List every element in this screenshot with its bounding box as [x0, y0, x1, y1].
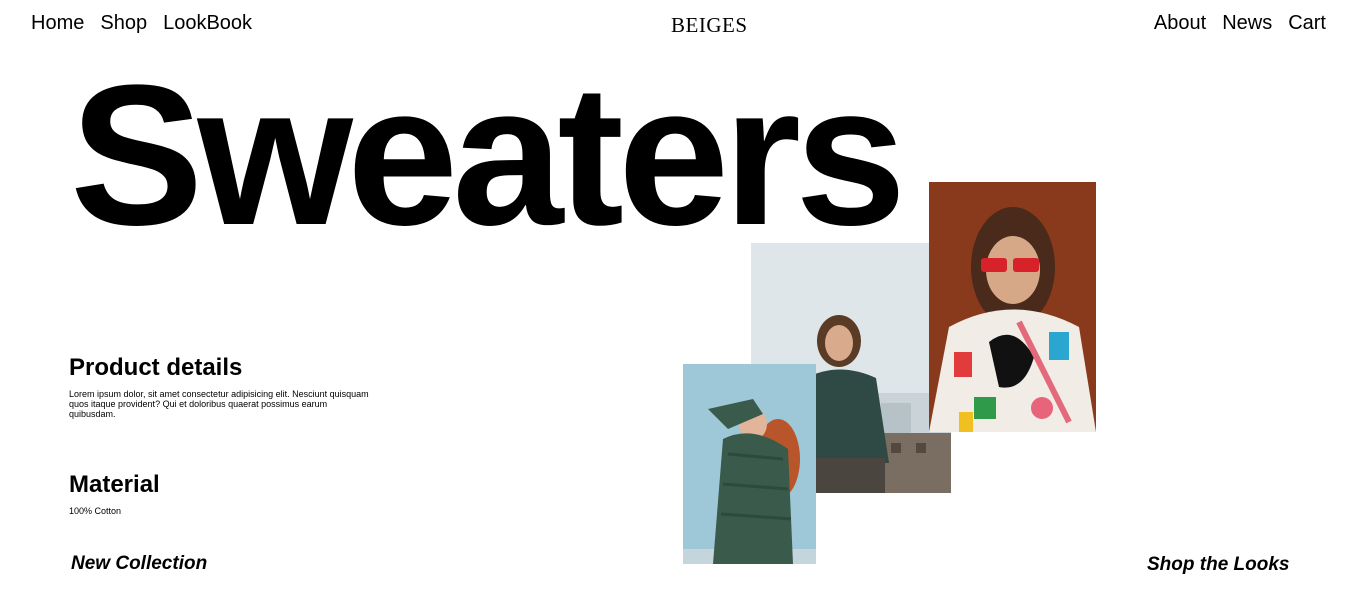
nav-about-link[interactable]: About	[1154, 10, 1206, 36]
nav-cart-link[interactable]: Cart	[1288, 10, 1326, 36]
product-details-text: Lorem ipsum dolor, sit amet consectetur …	[69, 389, 369, 419]
nav-news-link[interactable]: News	[1222, 10, 1272, 36]
nav-lookbook-link[interactable]: LookBook	[163, 10, 252, 36]
material-title: Material	[69, 471, 160, 498]
new-collection-link[interactable]: New Collection	[71, 553, 207, 575]
hero-title: Sweaters	[70, 44, 906, 267]
nav-left: Home Shop LookBook	[31, 10, 252, 36]
model-photo-woman-green	[683, 364, 816, 564]
nav-shop-link[interactable]: Shop	[100, 10, 147, 36]
product-details-title: Product details	[69, 354, 243, 381]
material-text: 100% Cotton	[69, 506, 122, 516]
nav-right: About News Cart	[1154, 10, 1326, 36]
nav-home-link[interactable]: Home	[31, 10, 84, 36]
shop-the-looks-link[interactable]: Shop the Looks	[1147, 554, 1290, 576]
brand-logo[interactable]: BEIGES	[671, 13, 748, 37]
model-photo-woman-red	[929, 182, 1096, 432]
